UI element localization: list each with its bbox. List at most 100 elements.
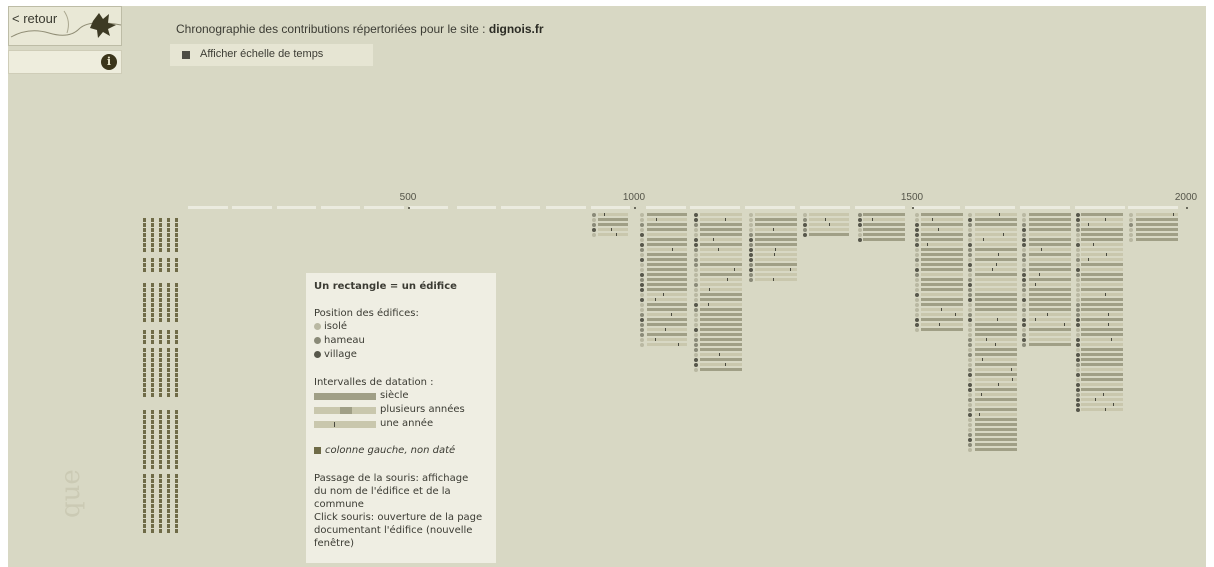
undated-building-mark[interactable] xyxy=(151,268,154,272)
building-bar[interactable] xyxy=(863,218,905,221)
building-bar[interactable] xyxy=(755,278,797,281)
building-bar[interactable] xyxy=(647,313,687,316)
building-bar[interactable] xyxy=(700,288,742,291)
building-bar[interactable] xyxy=(1029,233,1071,236)
undated-building-mark[interactable] xyxy=(143,283,146,287)
undated-building-mark[interactable] xyxy=(151,489,154,493)
undated-building-mark[interactable] xyxy=(175,373,178,377)
building-bar[interactable] xyxy=(1081,398,1123,401)
building-bar[interactable] xyxy=(1136,218,1178,221)
building-bar[interactable] xyxy=(1081,243,1123,246)
undated-building-mark[interactable] xyxy=(151,228,154,232)
building-bar[interactable] xyxy=(1081,353,1123,356)
building-bar[interactable] xyxy=(975,428,1017,431)
undated-building-mark[interactable] xyxy=(143,218,146,222)
building-bar[interactable] xyxy=(1081,358,1123,361)
building-bar[interactable] xyxy=(1081,303,1123,306)
undated-building-mark[interactable] xyxy=(143,388,146,392)
building-bar[interactable] xyxy=(921,228,963,231)
undated-building-mark[interactable] xyxy=(175,298,178,302)
undated-building-mark[interactable] xyxy=(175,460,178,464)
undated-building-mark[interactable] xyxy=(167,440,170,444)
building-bar[interactable] xyxy=(863,223,905,226)
building-bar[interactable] xyxy=(700,333,742,336)
building-bar[interactable] xyxy=(1029,273,1071,276)
undated-building-mark[interactable] xyxy=(167,460,170,464)
undated-building-mark[interactable] xyxy=(167,514,170,518)
building-bar[interactable] xyxy=(1029,278,1071,281)
building-bar[interactable] xyxy=(647,343,687,346)
building-bar[interactable] xyxy=(700,213,742,216)
undated-building-mark[interactable] xyxy=(151,293,154,297)
undated-building-mark[interactable] xyxy=(167,293,170,297)
undated-building-mark[interactable] xyxy=(175,499,178,503)
building-bar[interactable] xyxy=(975,398,1017,401)
undated-building-mark[interactable] xyxy=(151,238,154,242)
undated-building-mark[interactable] xyxy=(175,519,178,523)
undated-building-mark[interactable] xyxy=(167,378,170,382)
undated-building-mark[interactable] xyxy=(151,430,154,434)
undated-building-mark[interactable] xyxy=(175,313,178,317)
building-bar[interactable] xyxy=(1081,218,1123,221)
undated-building-mark[interactable] xyxy=(159,318,162,322)
undated-building-mark[interactable] xyxy=(175,248,178,252)
undated-building-mark[interactable] xyxy=(159,293,162,297)
undated-building-mark[interactable] xyxy=(159,363,162,367)
undated-building-mark[interactable] xyxy=(159,455,162,459)
building-bar[interactable] xyxy=(975,313,1017,316)
building-bar[interactable] xyxy=(975,318,1017,321)
building-bar[interactable] xyxy=(809,218,849,221)
undated-building-mark[interactable] xyxy=(151,283,154,287)
undated-building-mark[interactable] xyxy=(167,388,170,392)
undated-building-mark[interactable] xyxy=(151,494,154,498)
undated-building-mark[interactable] xyxy=(175,293,178,297)
building-bar[interactable] xyxy=(700,368,742,371)
undated-building-mark[interactable] xyxy=(175,368,178,372)
undated-building-mark[interactable] xyxy=(151,233,154,237)
building-bar[interactable] xyxy=(975,413,1017,416)
building-bar[interactable] xyxy=(647,218,687,221)
building-bar[interactable] xyxy=(647,273,687,276)
undated-building-mark[interactable] xyxy=(143,228,146,232)
building-bar[interactable] xyxy=(755,273,797,276)
building-bar[interactable] xyxy=(975,268,1017,271)
undated-building-mark[interactable] xyxy=(167,318,170,322)
undated-building-mark[interactable] xyxy=(175,430,178,434)
building-bar[interactable] xyxy=(700,338,742,341)
building-bar[interactable] xyxy=(1136,228,1178,231)
building-bar[interactable] xyxy=(1081,308,1123,311)
building-bar[interactable] xyxy=(975,423,1017,426)
building-bar[interactable] xyxy=(921,288,963,291)
building-bar[interactable] xyxy=(1081,253,1123,256)
undated-building-mark[interactable] xyxy=(167,263,170,267)
undated-building-mark[interactable] xyxy=(175,303,178,307)
undated-building-mark[interactable] xyxy=(159,313,162,317)
building-bar[interactable] xyxy=(975,378,1017,381)
undated-building-mark[interactable] xyxy=(167,524,170,528)
undated-building-mark[interactable] xyxy=(159,474,162,478)
building-bar[interactable] xyxy=(921,223,963,226)
undated-building-mark[interactable] xyxy=(175,263,178,267)
building-bar[interactable] xyxy=(975,373,1017,376)
building-bar[interactable] xyxy=(1081,268,1123,271)
undated-building-mark[interactable] xyxy=(151,474,154,478)
undated-building-mark[interactable] xyxy=(159,368,162,372)
building-bar[interactable] xyxy=(1136,213,1178,216)
undated-building-mark[interactable] xyxy=(159,383,162,387)
undated-building-mark[interactable] xyxy=(143,489,146,493)
undated-building-mark[interactable] xyxy=(159,484,162,488)
building-bar[interactable] xyxy=(755,213,797,216)
building-bar[interactable] xyxy=(647,298,687,301)
undated-building-mark[interactable] xyxy=(175,348,178,352)
undated-building-mark[interactable] xyxy=(175,318,178,322)
undated-building-mark[interactable] xyxy=(167,455,170,459)
undated-building-mark[interactable] xyxy=(159,524,162,528)
building-bar[interactable] xyxy=(700,283,742,286)
building-bar[interactable] xyxy=(755,243,797,246)
undated-building-mark[interactable] xyxy=(159,283,162,287)
undated-building-mark[interactable] xyxy=(159,504,162,508)
building-bar[interactable] xyxy=(1081,338,1123,341)
undated-building-mark[interactable] xyxy=(167,268,170,272)
toggle-label[interactable]: Afficher échelle de temps xyxy=(200,48,323,60)
undated-building-mark[interactable] xyxy=(143,308,146,312)
